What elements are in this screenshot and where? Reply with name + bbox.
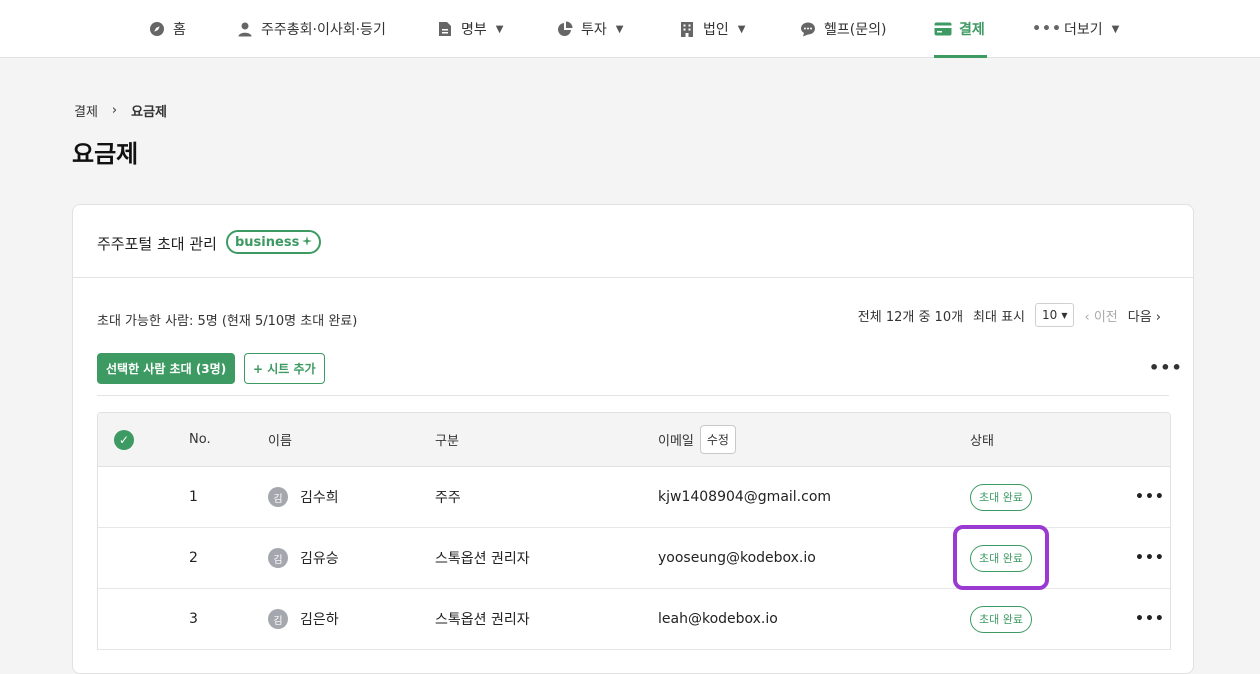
header-email: 이메일 수정 [658,413,736,466]
nav-home[interactable]: 홈 [148,0,186,58]
status-badge: 초대 완료 [970,605,1032,633]
avatar: 김 [268,548,288,568]
nav-help[interactable]: 헬프(문의) [799,0,886,58]
row-name-cell: 김 김수희 [268,467,339,527]
row-status-cell: 초대 완료 [970,528,1032,588]
chat-bubble-icon [799,20,817,38]
credit-card-icon [934,20,952,38]
prev-label: 이전 [1093,309,1118,325]
person-icon [236,20,254,38]
row-name-cell: 김 김은하 [268,589,339,649]
page-size-value: 10 [1042,308,1058,322]
more-options-icon[interactable]: ••• [1149,358,1183,377]
row-name: 김은하 [300,612,339,628]
page-size-select[interactable]: 10 ▼ [1035,303,1075,327]
top-nav: 홈 주주총회·이사회·등기 명부 ▼ 투자 ▼ 법인 ▼ 헬프(문의) 결제 •… [0,0,1260,58]
breadcrumb-parent[interactable]: 결제 [74,101,98,120]
table-row[interactable]: 3 김 김은하 스톡옵션 권리자 leah@kodebox.io 초대 완료 •… [98,589,1170,650]
header-name: 이름 [268,434,292,449]
row-status-cell: 초대 완료 [970,467,1032,527]
table-row[interactable]: 2 김 김유승 스톡옵션 권리자 yooseung@kodebox.io 초대 … [98,528,1170,589]
breadcrumb: 결제 › 요금제 [74,101,167,120]
nav-registry[interactable]: 명부 ▼ [436,0,503,58]
total-count: 전체 12개 중 10개 [857,309,964,325]
nav-label: 결제 [959,22,985,38]
select-all-cell: ✓ [114,413,134,466]
header-email-label: 이메일 [658,434,694,449]
next-page-button[interactable]: 다음 › [1128,306,1161,325]
row-no: 2 [189,550,198,566]
chevron-down-icon: ▼ [615,23,624,35]
row-status-cell: 초대 완료 [970,589,1032,649]
document-icon [436,20,454,38]
chevron-down-icon: ▼ [737,23,746,35]
nav-label: 주주총회·이사회·등기 [261,22,386,38]
breadcrumb-current: 요금제 [131,105,168,120]
sparkle-icon [302,235,313,250]
business-badge-label: business [235,234,300,250]
row-more-icon[interactable]: ••• [1135,528,1165,588]
card-title: 주주포털 초대 관리 [97,235,217,253]
status-badge: 초대 완료 [970,483,1032,511]
next-label: 다음 [1127,309,1152,325]
nav-shareholders-meeting[interactable]: 주주총회·이사회·등기 [236,0,386,58]
email-edit-button[interactable]: 수정 [699,425,736,454]
row-no: 1 [189,489,198,505]
row-type: 스톡옵션 권리자 [435,551,530,567]
row-name-cell: 김 김유승 [268,528,339,588]
nav-corporation[interactable]: 법인 ▼ [678,0,745,58]
prev-page-button[interactable]: ‹ 이전 [1084,306,1117,325]
header-status: 상태 [970,434,994,449]
chevron-left-icon: ‹ [1084,309,1094,325]
select-all-checkbox[interactable]: ✓ [114,429,134,450]
page-title: 요금제 [72,140,139,168]
compass-icon [148,20,166,38]
nav-label: 명부 [461,22,487,38]
add-seat-button[interactable]: + 시트 추가 [244,353,325,384]
row-email: kjw1408904@gmail.com [658,489,832,505]
row-type: 스톡옵션 권리자 [435,612,530,628]
header-type: 구분 [435,434,459,449]
status-badge: 초대 완료 [970,544,1032,572]
page-size-label: 최대 표시 [973,309,1026,325]
caret-down-icon: ▼ [1061,310,1068,320]
avatar: 김 [268,609,288,629]
row-no: 3 [189,611,198,627]
nav-investment[interactable]: 투자 ▼ [556,0,623,58]
invite-selected-button[interactable]: 선택한 사람 초대 (3명) [97,353,236,384]
row-name: 김유승 [300,551,339,567]
pagination: 전체 12개 중 10개 최대 표시 10 ▼ ‹ 이전 다음 › [858,303,1161,327]
member-table: ✓ No. 이름 구분 이메일 수정 상태 1 김 김수희 주주 kjw1408… [97,412,1171,650]
pie-chart-icon [556,20,574,38]
invite-info: 초대 가능한 사람: 5명 (현재 5/10명 초대 완료) [97,314,358,329]
nav-label: 법인 [703,22,729,38]
chevron-right-icon: › [111,103,118,118]
nav-label: 더보기 [1064,22,1103,38]
row-name: 김수희 [300,490,339,506]
avatar: 김 [268,487,288,507]
row-more-icon[interactable]: ••• [1135,467,1165,527]
nav-label: 헬프(문의) [824,22,887,38]
more-dots-icon: ••• [1032,21,1062,37]
divider [97,395,1169,396]
nav-label: 투자 [581,22,607,38]
chevron-down-icon: ▼ [495,23,504,35]
table-header: ✓ No. 이름 구분 이메일 수정 상태 [98,413,1170,467]
table-row[interactable]: 1 김 김수희 주주 kjw1408904@gmail.com 초대 완료 ••… [98,467,1170,528]
row-more-icon[interactable]: ••• [1135,589,1165,649]
chevron-right-icon: › [1151,309,1161,325]
building-icon [678,20,696,38]
row-type: 주주 [435,490,461,506]
portal-invite-card: 주주포털 초대 관리 business 초대 가능한 사람: 5명 (현재 5/… [72,204,1194,674]
header-no: No. [189,432,211,447]
nav-label: 홈 [173,22,186,38]
business-badge: business [226,230,322,254]
nav-more[interactable]: ••• 더보기 ▼ [1032,0,1120,58]
chevron-down-icon: ▼ [1111,23,1120,35]
row-email: leah@kodebox.io [658,611,778,627]
nav-payment[interactable]: 결제 [934,0,987,58]
card-header: 주주포털 초대 관리 business [73,205,1193,278]
row-email: yooseung@kodebox.io [658,550,816,566]
